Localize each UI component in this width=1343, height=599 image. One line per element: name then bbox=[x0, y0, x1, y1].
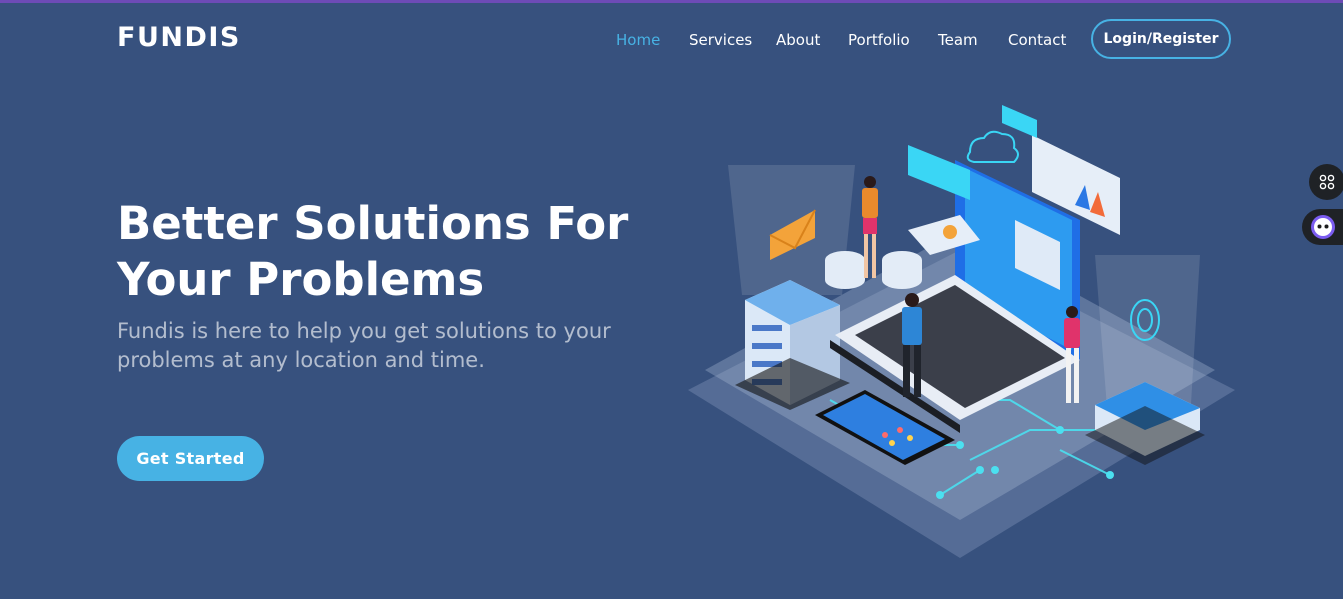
nav-item-team[interactable]: Team bbox=[938, 31, 978, 49]
top-accent-bar bbox=[0, 0, 1343, 3]
assistant-bot-icon bbox=[1311, 215, 1335, 239]
cloud-icon bbox=[966, 130, 1019, 163]
floating-screen-icon bbox=[908, 145, 970, 200]
login-register-button[interactable]: Login/Register bbox=[1091, 19, 1231, 59]
grid-icon bbox=[1319, 174, 1335, 190]
hero-title: Better Solutions For Your Problems bbox=[117, 196, 677, 308]
get-started-button[interactable]: Get Started bbox=[117, 436, 264, 481]
nav-item-services[interactable]: Services bbox=[689, 31, 752, 49]
nav-item-home[interactable]: Home bbox=[616, 31, 660, 49]
side-widget-grid[interactable] bbox=[1309, 164, 1343, 200]
hero-subtitle: Fundis is here to help you get solutions… bbox=[117, 319, 611, 372]
person-woman-icon bbox=[862, 176, 878, 278]
nav-item-portfolio[interactable]: Portfolio bbox=[848, 31, 910, 49]
nav-item-contact[interactable]: Contact bbox=[1008, 31, 1066, 49]
hero-title-line-2: Your Problems bbox=[117, 253, 485, 306]
hero-title-line-1: Better Solutions For bbox=[117, 197, 629, 250]
side-widget-assistant[interactable] bbox=[1302, 209, 1343, 245]
nav-item-about[interactable]: About bbox=[776, 31, 820, 49]
hero-illustration bbox=[688, 105, 1235, 558]
